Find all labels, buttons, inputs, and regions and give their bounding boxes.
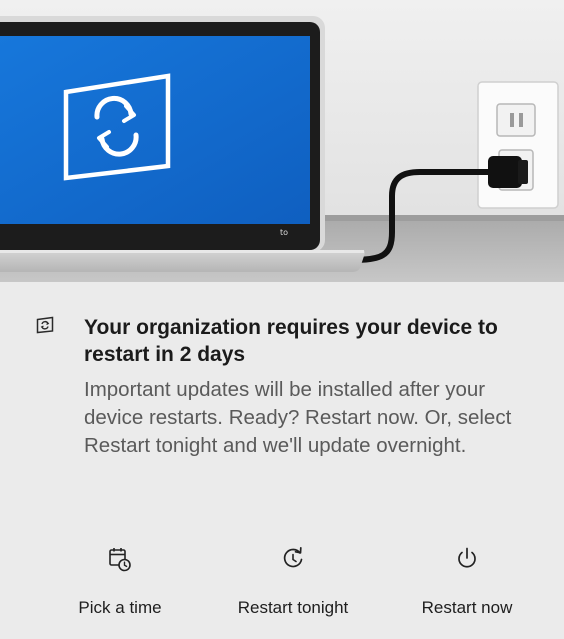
restart-tonight-label: Restart tonight: [237, 598, 349, 617]
clock-refresh-icon: [283, 546, 303, 568]
hero-illustration: to: [0, 0, 564, 282]
laptop-badge: to: [280, 228, 288, 237]
laptop-illustration: to: [0, 0, 564, 282]
notification-message: Important updates will be installed afte…: [84, 378, 512, 457]
restart-now-label: Restart now: [421, 598, 513, 617]
restart-notification: to Your organization requires your devic…: [0, 0, 564, 639]
pick-a-time-label: Pick a time: [78, 598, 162, 617]
laptop: to: [0, 16, 365, 272]
notification-actions: Pick a time Restart tonight Restart now: [0, 530, 564, 630]
wall-outlet: [477, 81, 559, 209]
calendar-clock-icon: [109, 548, 131, 572]
restart-tonight-button[interactable]: Restart tonight: [213, 530, 373, 630]
restart-now-button[interactable]: Restart now: [387, 530, 547, 630]
pick-a-time-button[interactable]: Pick a time: [40, 530, 200, 630]
windows-update-icon: [36, 316, 54, 334]
power-icon: [458, 547, 476, 568]
notification-title: Your organization requires your device t…: [84, 316, 498, 366]
